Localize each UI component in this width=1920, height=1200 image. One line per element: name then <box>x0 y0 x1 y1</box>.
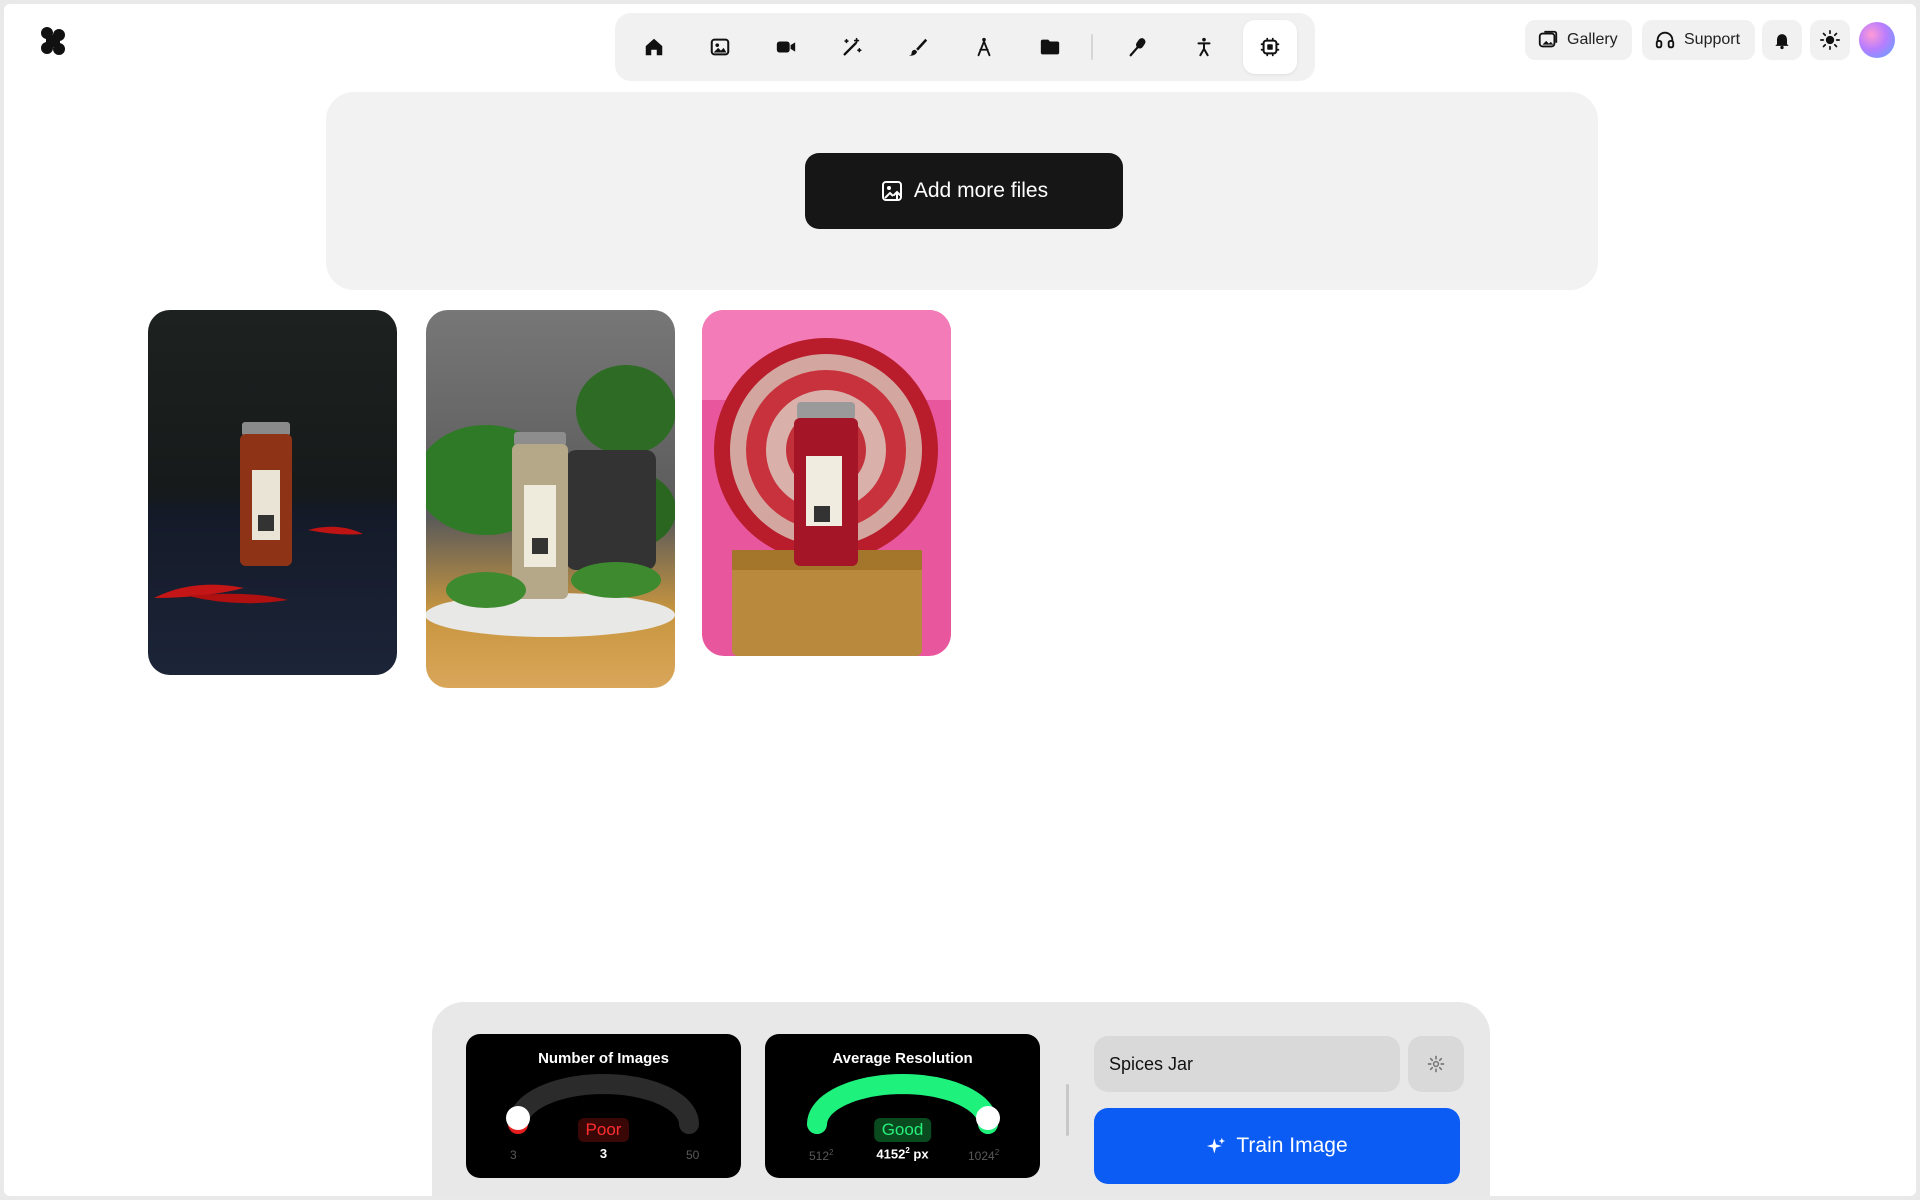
gauge-value-number: 4152 <box>876 1146 906 1162</box>
microphone-icon <box>1129 38 1146 57</box>
gauge-status-badge: Good <box>873 1118 932 1142</box>
chip-icon <box>1260 37 1280 57</box>
support-label: Support <box>1684 31 1741 48</box>
gauge-min-label: 5122 <box>809 1148 833 1163</box>
theme-toggle-button[interactable] <box>1810 20 1850 60</box>
sparkle-icon <box>1207 1137 1226 1154</box>
main-toolbar <box>615 13 1315 81</box>
sun-icon <box>1820 30 1840 50</box>
image-upload-icon <box>881 181 902 201</box>
training-settings-button[interactable] <box>1408 1036 1464 1092</box>
gauge-min-number: 512 <box>809 1149 830 1163</box>
spice-jar-chili-flakes-photo <box>148 310 397 675</box>
tool-image[interactable] <box>693 20 747 74</box>
training-image-thumbnail[interactable] <box>426 310 675 688</box>
image-icon <box>710 38 730 56</box>
gauge-min-label: 3 <box>510 1148 517 1162</box>
train-image-button[interactable]: Train Image <box>1094 1108 1460 1184</box>
training-image-thumbnail[interactable] <box>702 310 951 656</box>
magic-wand-icon <box>843 37 862 56</box>
person-icon <box>1197 37 1211 57</box>
gauge-value-unit: px <box>913 1146 929 1162</box>
tool-compass[interactable] <box>957 20 1011 74</box>
gauge-knob <box>976 1106 1000 1130</box>
gallery-label: Gallery <box>1567 31 1618 48</box>
video-camera-icon <box>776 41 796 53</box>
spice-jar-red-plate-photo <box>702 310 951 656</box>
tool-video[interactable] <box>759 20 813 74</box>
gauge-max-number: 1024 <box>968 1149 995 1163</box>
training-panel: Number of Images Poor 3 3 50 Average Res… <box>432 1002 1490 1196</box>
tool-home[interactable] <box>627 20 681 74</box>
tool-training[interactable] <box>1243 20 1297 74</box>
gauge-max-label: 10242 <box>968 1148 999 1163</box>
add-more-files-label: Add more files <box>913 179 1049 202</box>
add-more-files-button[interactable]: Add more files <box>805 153 1123 229</box>
gauge-min-exponent: 2 <box>829 1148 834 1157</box>
tool-voice[interactable] <box>1111 20 1165 74</box>
gauge-max-label: 50 <box>686 1148 700 1162</box>
gallery-icon <box>1538 30 1558 48</box>
train-image-label: Train Image <box>1236 1134 1348 1157</box>
training-image-thumbnail[interactable] <box>148 310 397 675</box>
gallery-button[interactable]: Gallery <box>1525 20 1632 60</box>
gauge-status-badge: Poor <box>577 1118 630 1142</box>
home-icon <box>645 38 663 56</box>
tool-folder[interactable] <box>1023 20 1077 74</box>
app-logo[interactable] <box>40 26 66 56</box>
brush-icon <box>908 38 928 56</box>
panel-divider <box>1066 1084 1069 1136</box>
toolbar-divider <box>1091 34 1093 60</box>
bell-icon <box>1775 34 1789 50</box>
tool-magic[interactable] <box>825 20 879 74</box>
app-window: Gallery Support Add more files Number of… <box>4 4 1916 1196</box>
model-name-input[interactable] <box>1094 1036 1400 1092</box>
compass-icon <box>977 37 991 57</box>
gauge-max-exponent: 2 <box>994 1148 1000 1157</box>
average-resolution-gauge: Average Resolution Good 41522 px 5122 10… <box>765 1034 1040 1178</box>
gauge-value: 41522 px <box>876 1146 928 1161</box>
headset-icon <box>1655 31 1675 49</box>
gauge-value-exponent: 2 <box>905 1146 910 1155</box>
number-of-images-gauge: Number of Images Poor 3 3 50 <box>466 1034 741 1178</box>
tool-avatar[interactable] <box>1177 20 1231 74</box>
gauge-value: 3 <box>599 1146 608 1161</box>
upload-dropzone[interactable]: Add more files <box>326 92 1598 290</box>
folder-icon <box>1040 39 1060 55</box>
tool-brush[interactable] <box>891 20 945 74</box>
user-avatar[interactable] <box>1859 22 1895 58</box>
support-button[interactable]: Support <box>1642 20 1755 60</box>
gauge-knob <box>506 1106 530 1130</box>
gear-icon <box>1427 1055 1445 1073</box>
spice-jar-herbs-photo <box>426 310 675 688</box>
notifications-button[interactable] <box>1762 20 1802 60</box>
